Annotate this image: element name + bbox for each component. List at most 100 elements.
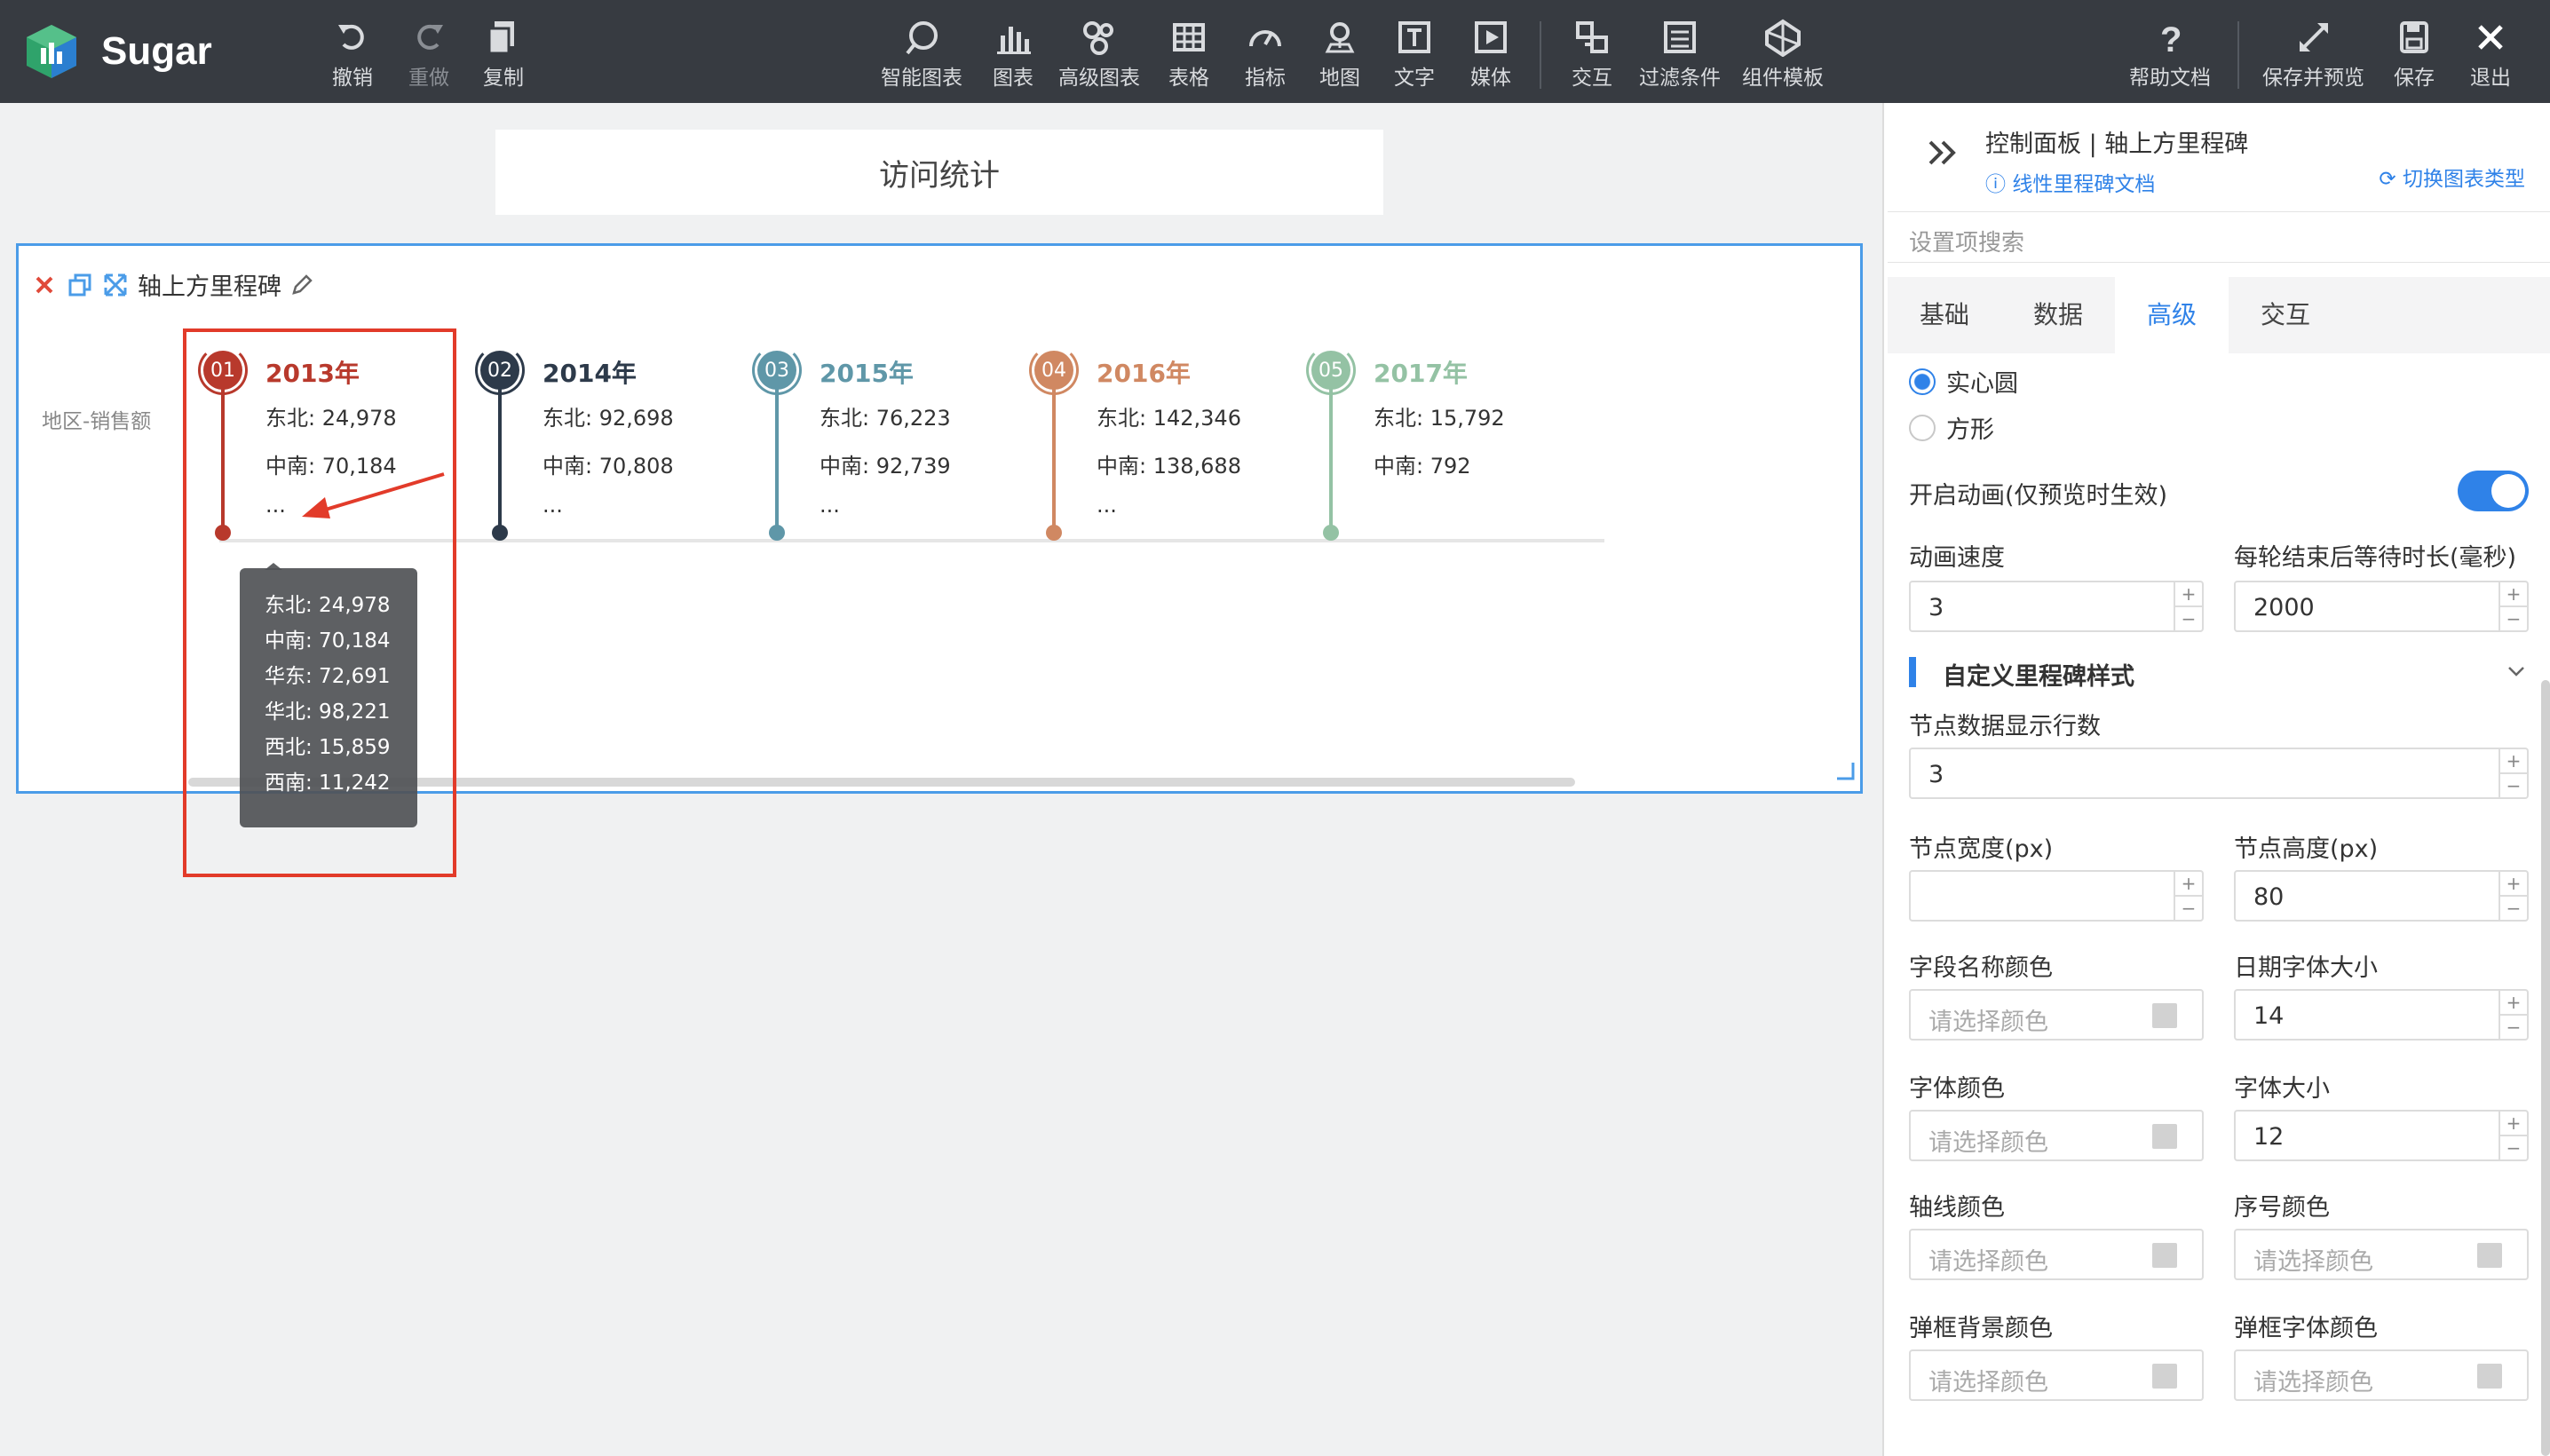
panel-tab[interactable]: 交互 [2229, 277, 2342, 353]
copy-button[interactable]: 复制 [483, 18, 524, 91]
milestone-node[interactable]: 05 2017年 东北: 15,792 中南: 792 [1306, 345, 1578, 541]
speed-value: 3 [1928, 594, 1944, 621]
dashboard-title[interactable]: 访问统计 [495, 130, 1383, 215]
template-icon [1765, 19, 1801, 57]
media-button[interactable]: 媒体 [1470, 18, 1511, 91]
text-icon [1398, 21, 1430, 53]
node-height-input[interactable]: 80 + − [2234, 870, 2529, 922]
shape-square-radio[interactable]: 方形 [1909, 410, 1994, 445]
milestone-node[interactable]: 03 2015年 东北: 76,223 中南: 92,739... [752, 345, 1024, 541]
field-color-picker[interactable]: 请选择颜色 [1909, 989, 2204, 1041]
radio-checked-icon [1909, 368, 1936, 395]
undo-button[interactable]: 撤销 [332, 18, 373, 91]
indicator-label: 指标 [1245, 67, 1286, 90]
annotation-arrow-icon [302, 472, 445, 518]
exit-button[interactable]: 退出 [2470, 18, 2511, 91]
node-index-badge: 03 [757, 351, 796, 390]
node-width-stepper[interactable]: + − [2174, 872, 2202, 920]
font-color-picker[interactable]: 请选择颜色 [1909, 1110, 2204, 1161]
rows-input[interactable]: 3 + − [1909, 748, 2529, 799]
component-template-button[interactable]: 组件模板 [1742, 18, 1824, 91]
seq-color-picker[interactable]: 请选择颜色 [2234, 1229, 2529, 1280]
switch-chart-type-link[interactable]: ⟳ 切换图表类型 [2379, 162, 2525, 192]
node-axis-dot[interactable] [492, 525, 508, 541]
font-size-stepper[interactable]: + − [2499, 1112, 2527, 1159]
date-font-stepper[interactable]: + − [2499, 991, 2527, 1039]
wait-input[interactable]: 2000 + − [2234, 581, 2529, 632]
panel-tab[interactable]: 高级 [2115, 277, 2229, 353]
color-swatch [2152, 1003, 2177, 1028]
field-color-label: 字段名称颜色 [1909, 954, 2053, 982]
popup-bg-color-picker[interactable]: 请选择颜色 [1909, 1349, 2204, 1401]
font-size-label: 字体大小 [2234, 1075, 2330, 1103]
resize-corner-icon[interactable] [1835, 761, 1857, 782]
node-stem [1329, 388, 1333, 530]
indicator-button[interactable]: 指标 [1245, 18, 1286, 91]
milestone-node[interactable]: 04 2016年 东北: 142,346 中南: 138,688... [1029, 345, 1301, 541]
node-axis-dot[interactable] [1323, 525, 1339, 541]
node-height-stepper[interactable]: + − [2499, 872, 2527, 920]
redo-button[interactable]: 重做 [408, 18, 449, 91]
section-accent [1909, 657, 1916, 687]
milestone-doc-link[interactable]: ⓘ 线性里程碑文档 [1985, 167, 2155, 197]
widget-header: 轴上方里程碑 [31, 267, 324, 302]
milestone-node[interactable]: 02 2014年 东北: 92,698 中南: 70,808... [475, 345, 747, 541]
filter-label: 过滤条件 [1639, 67, 1721, 90]
node-more[interactable]: ... [820, 493, 840, 518]
axis-color-picker[interactable]: 请选择颜色 [1909, 1229, 2204, 1280]
node-line-2: 中南: 70,808 [542, 454, 674, 479]
save-button[interactable]: 保存 [2394, 18, 2435, 91]
redo-label: 重做 [408, 67, 449, 90]
copy-label: 复制 [483, 67, 524, 90]
node-more[interactable]: ... [542, 493, 563, 518]
help-label: 帮助文档 [2129, 67, 2211, 90]
edit-pencil-icon[interactable] [289, 272, 315, 298]
panel-scrollbar[interactable] [2541, 680, 2550, 1456]
rows-stepper[interactable]: + − [2499, 749, 2527, 797]
fullscreen-icon[interactable] [102, 272, 129, 298]
node-more[interactable]: ... [1097, 493, 1117, 518]
settings-search-input[interactable]: 设置项搜索 [1888, 211, 2550, 263]
save-preview-button[interactable]: 保存并预览 [2262, 18, 2364, 91]
section-title: 自定义里程碑样式 [1943, 663, 2134, 691]
chart-button[interactable]: 图表 [993, 18, 1033, 91]
panel-tab[interactable]: 数据 [2001, 277, 2115, 353]
date-font-input[interactable]: 14 + − [2234, 989, 2529, 1041]
node-width-input[interactable]: + − [1909, 870, 2204, 922]
chevron-down-icon[interactable] [2506, 662, 2527, 680]
animation-toggle[interactable] [2458, 471, 2529, 511]
resize-handle[interactable] [1835, 761, 1857, 782]
advanced-chart-button[interactable]: 高级图表 [1058, 18, 1140, 91]
popup-font-color-picker[interactable]: 请选择颜色 [2234, 1349, 2529, 1401]
save-preview-label: 保存并预览 [2262, 67, 2364, 90]
panel-tab[interactable]: 基础 [1888, 277, 2001, 353]
node-axis-dot[interactable] [769, 525, 785, 541]
collapse-panel-icon[interactable] [1925, 135, 1960, 170]
filter-button[interactable]: 过滤条件 [1639, 18, 1721, 91]
smart-chart-button[interactable]: 智能图表 [881, 18, 962, 91]
advanced-chart-label: 高级图表 [1058, 67, 1140, 90]
speed-label: 动画速度 [1909, 544, 2005, 572]
date-font-value: 14 [2253, 1002, 2285, 1030]
shape-solid-label: 实心圆 [1946, 370, 2018, 398]
duplicate-icon[interactable] [67, 272, 93, 298]
map-button[interactable]: 地图 [1319, 18, 1360, 91]
node-axis-dot[interactable] [1046, 525, 1062, 541]
text-button[interactable]: 文字 [1394, 18, 1435, 91]
sugar-logo-icon [27, 25, 76, 78]
font-size-input[interactable]: 12 + − [2234, 1110, 2529, 1161]
speed-input[interactable]: 3 + − [1909, 581, 2204, 632]
speed-stepper[interactable]: + − [2174, 582, 2202, 630]
delete-icon[interactable] [31, 272, 58, 298]
shape-solid-radio[interactable]: 实心圆 [1909, 364, 2018, 399]
interaction-button[interactable]: 交互 [1572, 18, 1612, 91]
wait-stepper[interactable]: + − [2499, 582, 2527, 630]
help-button[interactable]: ? 帮助文档 [2129, 18, 2211, 91]
toggle-knob [2491, 474, 2525, 508]
field-color-placeholder: 请选择颜色 [1928, 1009, 2048, 1036]
bar-chart-icon [997, 27, 1031, 54]
svg-text:?: ? [2160, 20, 2182, 57]
save-icon [2400, 21, 2428, 53]
node-line-1: 东北: 76,223 [820, 406, 951, 431]
table-button[interactable]: 表格 [1168, 18, 1209, 91]
